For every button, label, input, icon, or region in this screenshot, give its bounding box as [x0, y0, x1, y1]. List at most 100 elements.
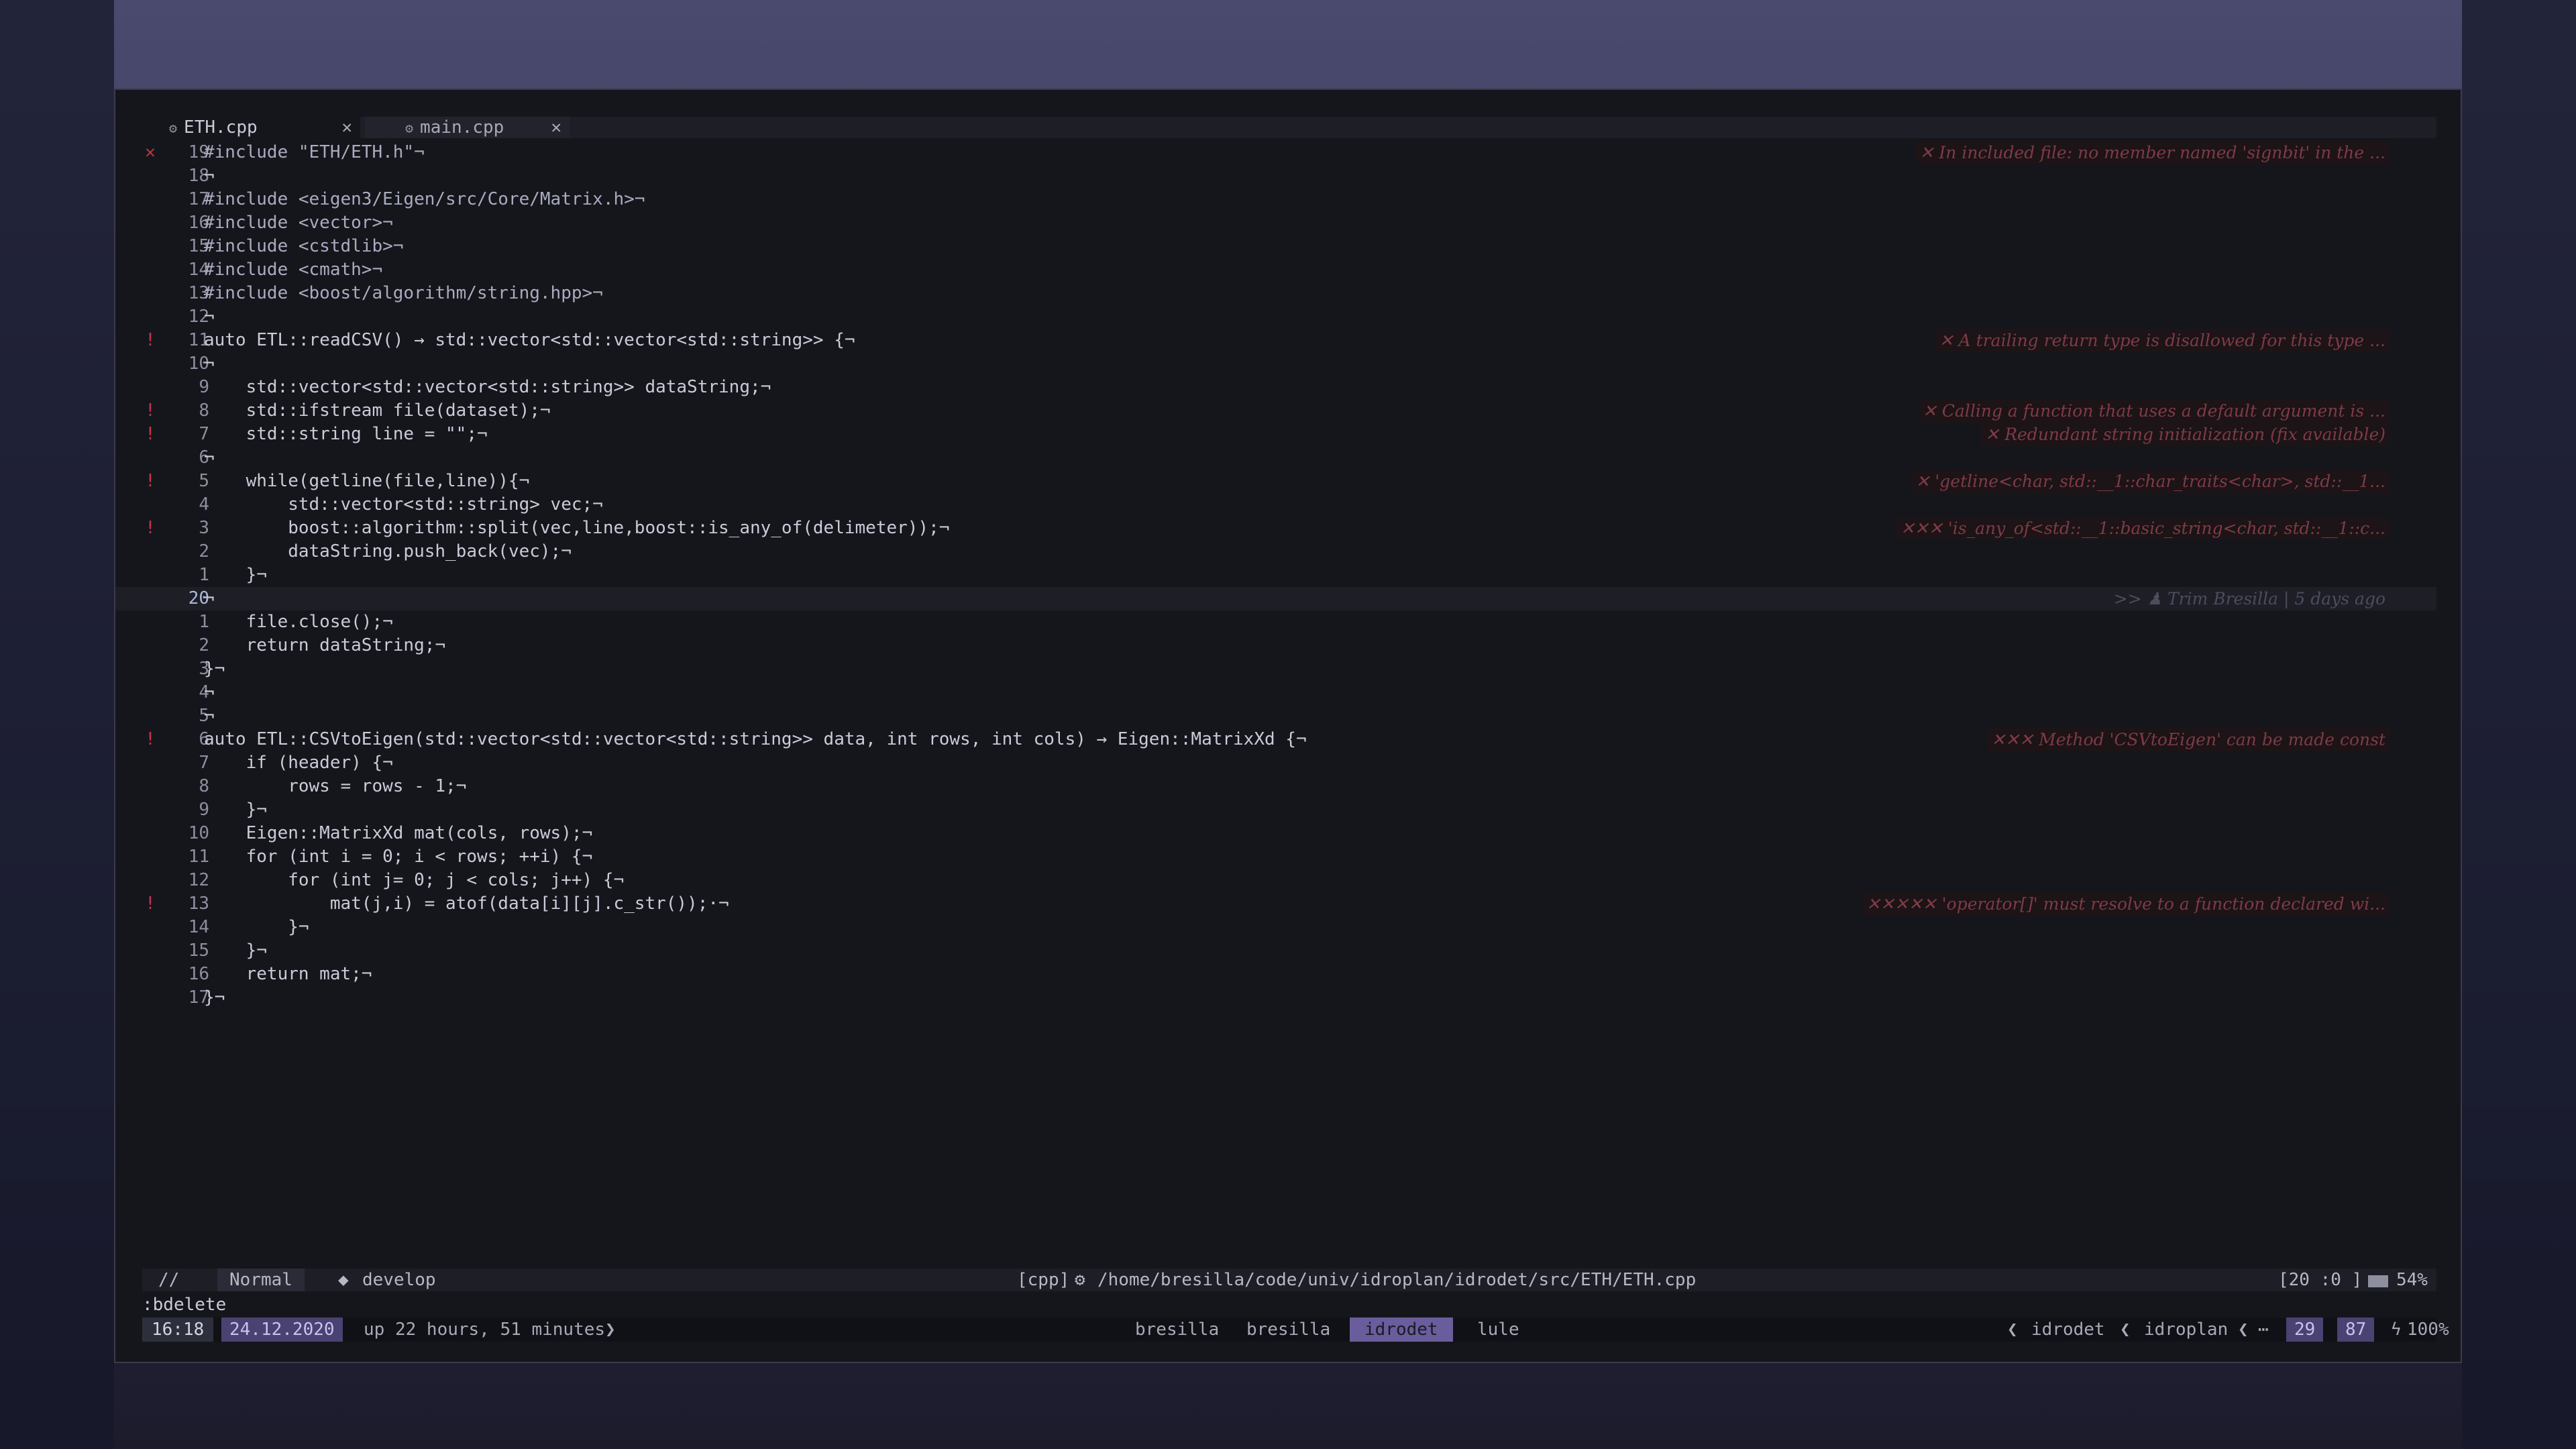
code-line[interactable]: 4 ¬: [115, 681, 2436, 704]
code-line[interactable]: ! 5 while(getline(file,line)){¬ ✕ 'getline…: [115, 470, 2436, 493]
chevron-left-icon: ❮: [2007, 1320, 2018, 1340]
gear-icon: ⚙: [169, 120, 178, 136]
git-blame-text: >> ♟ Trim Bresilla | 5 days ago: [2113, 589, 2385, 608]
code-line[interactable]: ✕ 19 #include "ETH/ETH.h"¬ ✕ In included fi…: [115, 141, 2436, 164]
code-line[interactable]: ! 8 std::ifstream file(dataset);¬ ✕ Callin…: [115, 399, 2436, 423]
code-text: #include "ETH/ETH.h"¬: [204, 142, 425, 162]
line-number: 14: [188, 917, 209, 937]
line-number: 17: [188, 189, 209, 209]
code-line[interactable]: 5 ¬: [115, 704, 2436, 728]
tmux-window-active[interactable]: idrodet: [1350, 1318, 1453, 1342]
code-line[interactable]: 2 return dataString;¬: [115, 634, 2436, 657]
code-line[interactable]: 10 ¬: [115, 352, 2436, 376]
line-number: 13: [188, 283, 209, 303]
code-line[interactable]: 17 #include <eigen3/Eigen/src/Core/Matrix…: [115, 188, 2436, 211]
diagnostic-sign: !: [145, 400, 156, 421]
code-line[interactable]: 13 #include <boost/algorithm/string.hpp>¬: [115, 282, 2436, 305]
scroll-percent: 54%: [2396, 1270, 2428, 1290]
code-line[interactable]: 9 std::vector<std::vector<std::string>> …: [115, 376, 2436, 399]
code-text: ¬: [204, 588, 215, 608]
code-line[interactable]: 11 for (int i = 0; i < rows; ++i) {¬: [115, 845, 2436, 869]
code-line[interactable]: ! 3 boost::algorithm::split(vec,line,boos…: [115, 517, 2436, 540]
branch-icon: ◆: [338, 1270, 349, 1290]
code-line[interactable]: 16 return mat;¬: [115, 963, 2436, 986]
chevron-left-icon: ❮: [2238, 1320, 2249, 1340]
code-line[interactable]: ! 6 auto ETL::CSVtoEigen(std::vector<std::…: [115, 728, 2436, 751]
code-text: for (int i = 0; i < rows; ++i) {¬: [204, 847, 593, 867]
line-number: 7: [199, 753, 209, 773]
code-line[interactable]: 15 #include <cstdlib>¬: [115, 235, 2436, 258]
line-number: 2: [199, 635, 209, 655]
code-text: auto ETL::CSVtoEigen(std::vector<std::ve…: [204, 729, 1307, 749]
line-number: 15: [188, 941, 209, 961]
tmux-status-bar: 16:18 24.12.2020 up 22 hours, 51 minutes…: [142, 1318, 2449, 1342]
diagnostic-virtual-text[interactable]: ✕ In included file: no member named 'sig…: [1915, 141, 2390, 164]
code-text: for (int j= 0; j < cols; j++) {¬: [204, 870, 625, 890]
code-text: ¬: [204, 354, 215, 374]
diagnostic-virtual-text[interactable]: ✕ A trailing return type is disallowed f…: [1935, 329, 2390, 352]
code-line[interactable]: 18 ¬: [115, 164, 2436, 188]
code-line[interactable]: ! 11 auto ETL::readCSV() → std::vector<std…: [115, 329, 2436, 352]
code-line[interactable]: 1 file.close();¬: [115, 610, 2436, 634]
code-line[interactable]: 17}¬: [115, 986, 2436, 1010]
line-number: 1: [199, 565, 209, 585]
code-line[interactable]: 4 std::vector<std::string> vec;¬: [115, 493, 2436, 517]
code-line[interactable]: 3}¬: [115, 657, 2436, 681]
code-text: }¬: [204, 917, 309, 937]
code-line[interactable]: ! 13 mat(j,i) = atof(data[i][j].c_str());…: [115, 892, 2436, 916]
code-line[interactable]: 20 ¬ >> ♟ Trim Bresilla | 5 days ago: [115, 587, 2436, 610]
code-line[interactable]: 1 }¬: [115, 564, 2436, 587]
code-line[interactable]: 2 dataString.push_back(vec);¬: [115, 540, 2436, 564]
diagnostic-virtual-text[interactable]: ✕✕✕ Method 'CSVtoEigen' can be made cons…: [1987, 728, 2390, 751]
code-text: ¬: [204, 166, 215, 186]
line-number: 14: [188, 260, 209, 280]
diagnostic-virtual-text[interactable]: ✕ Calling a function that uses a default…: [1918, 399, 2390, 423]
code-line[interactable]: 7 if (header) {¬: [115, 751, 2436, 775]
battery-level: 100%: [2407, 1320, 2449, 1340]
code-line[interactable]: 14 #include <cmath>¬: [115, 258, 2436, 282]
code-line[interactable]: 8 rows = rows - 1;¬: [115, 775, 2436, 798]
diagnostic-sign: !: [145, 471, 156, 491]
code-text: file.close();¬: [204, 612, 393, 632]
code-line[interactable]: 9 }¬: [115, 798, 2436, 822]
code-line[interactable]: 12 for (int j= 0; j < cols; j++) {¬: [115, 869, 2436, 892]
diagnostic-sign: !: [145, 729, 156, 749]
tmux-session-path-2: idroplan: [2144, 1320, 2229, 1340]
status-line: // Normal ◆ develop [cpp] ⚙ /home/bresil…: [142, 1269, 2436, 1291]
tmux-window-4[interactable]: lule: [1477, 1318, 1519, 1342]
line-number: 10: [188, 823, 209, 843]
code-line[interactable]: 16 #include <vector>¬: [115, 211, 2436, 235]
diagnostic-virtual-text[interactable]: ✕ Redundant string initialization (fix a…: [1981, 423, 2390, 446]
command-line[interactable]: :bdelete: [142, 1293, 226, 1316]
tab-label: ETH.cpp: [184, 117, 258, 138]
gear-icon: ⚙: [405, 120, 414, 136]
battery-icon: ϟ: [2391, 1320, 2402, 1340]
diagnostic-sign: ✕: [145, 142, 156, 162]
code-line[interactable]: 12 ¬: [115, 305, 2436, 329]
line-number: 9: [199, 377, 209, 397]
tmux-window-2[interactable]: bresilla: [1246, 1318, 1330, 1342]
code-text: std::string line = "";¬: [204, 424, 488, 444]
code-line[interactable]: ! 7 std::string line = "";¬ ✕ Redundant st…: [115, 423, 2436, 446]
tab-main-cpp[interactable]: ⚙ main.cpp ✕: [365, 117, 570, 138]
code-text: ¬: [204, 682, 215, 702]
tab-eth-cpp[interactable]: ⚙ ETH.cpp ✕: [142, 117, 360, 138]
line-number: 8: [199, 776, 209, 796]
code-line[interactable]: 10 Eigen::MatrixXd mat(cols, rows);¬: [115, 822, 2436, 845]
code-line[interactable]: 6 ¬: [115, 446, 2436, 470]
code-line[interactable]: 14 }¬: [115, 916, 2436, 939]
scroll-indicator: [2368, 1275, 2388, 1287]
diagnostic-virtual-text[interactable]: ✕ 'getline<char, std::__1::char_traits<c…: [1911, 470, 2390, 493]
diagnostic-virtual-text[interactable]: ✕✕✕ 'is_any_of<std::__1::basic_string<ch…: [1896, 517, 2390, 540]
close-icon[interactable]: ✕: [551, 117, 561, 138]
tmux-uptime: up 22 hours, 51 minutes: [364, 1320, 606, 1340]
line-number: 6: [199, 729, 209, 749]
code-text: return dataString;¬: [204, 635, 446, 655]
close-icon[interactable]: ✕: [341, 117, 352, 138]
tmux-num-2: 87: [2337, 1318, 2375, 1342]
tmux-window-1[interactable]: bresilla: [1135, 1318, 1219, 1342]
code-line[interactable]: 15 }¬: [115, 939, 2436, 963]
diagnostic-virtual-text[interactable]: ✕✕✕✕✕ 'operator[]' must resolve to a fun…: [1862, 892, 2390, 916]
code-text: #include <boost/algorithm/string.hpp>¬: [204, 283, 603, 303]
tmux-num-1: 29: [2286, 1318, 2324, 1342]
